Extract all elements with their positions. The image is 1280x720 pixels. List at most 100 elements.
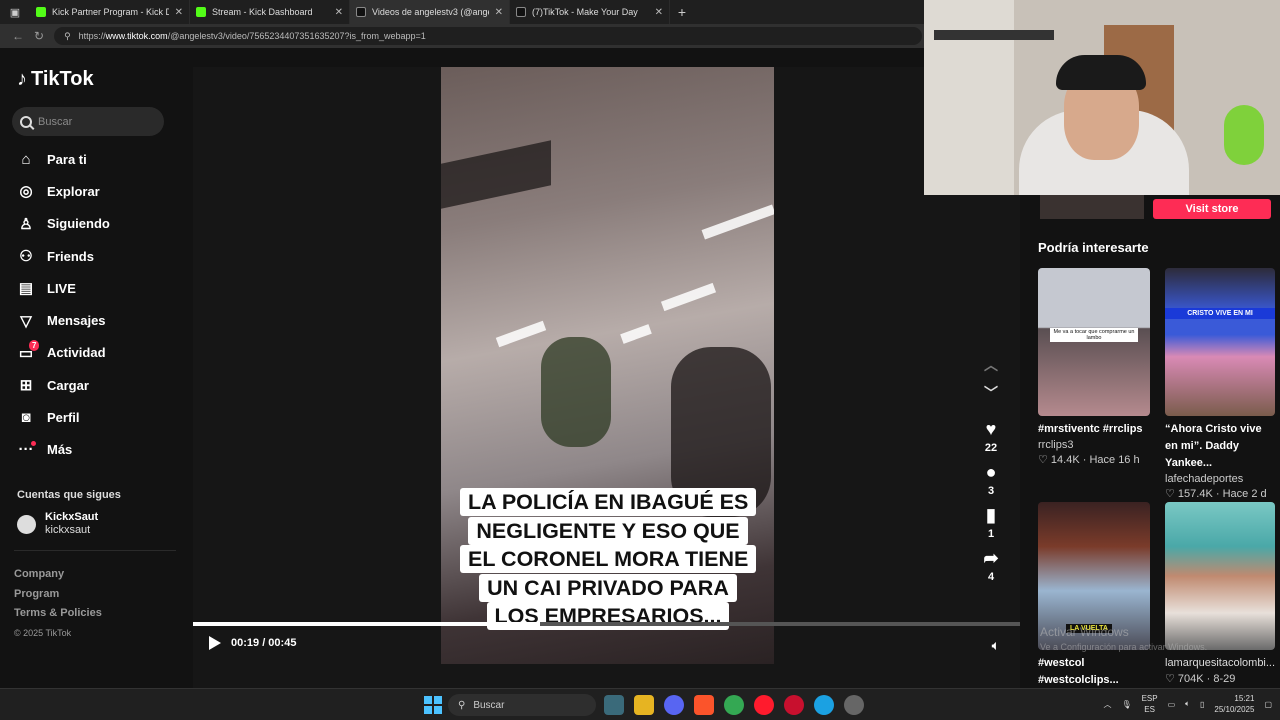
- sidebar-item-friends[interactable]: ⚇ Friends: [17, 240, 187, 272]
- tab-title: Videos de angelestv3 (@angelest: [372, 7, 489, 17]
- account-name: KickxSaut: [45, 511, 99, 523]
- video-card[interactable]: lamarquesitacolombi... ♡ 704K · 8-29: [1165, 502, 1275, 687]
- upload-icon: ⊞: [19, 377, 33, 395]
- card-meta: ♡ 157.4K · Hace 2 d: [1165, 488, 1267, 500]
- progress-bar[interactable]: [193, 622, 1020, 626]
- folder-icon[interactable]: [634, 695, 654, 715]
- card-meta: ♡ 14.4K · Hace 16 h: [1038, 454, 1140, 466]
- site-info-icon[interactable]: ⚲: [64, 31, 71, 42]
- browser-tab-1[interactable]: Kick Partner Program - Kick Dashb ✕: [30, 0, 190, 24]
- sidebar-item-cargar[interactable]: ⊞ Cargar: [17, 369, 187, 401]
- save-count: 1: [987, 528, 995, 540]
- obs-icon[interactable]: [844, 695, 864, 715]
- save-button[interactable]: ▮ 1: [975, 505, 1007, 540]
- comment-button[interactable]: ● 3: [975, 462, 1007, 497]
- video-frame[interactable]: LA POLICÍA EN IBAGUÉ ES NEGLIGENTE Y ESO…: [441, 67, 774, 664]
- opera-gx-icon[interactable]: [784, 695, 804, 715]
- share-button[interactable]: ➦ 4: [975, 548, 1007, 583]
- window-menu-icon[interactable]: ▣: [0, 0, 30, 24]
- close-icon[interactable]: ✕: [335, 7, 343, 18]
- sidebar-item-label: LIVE: [47, 280, 76, 296]
- like-button[interactable]: ♥ 22: [975, 419, 1007, 454]
- url-field[interactable]: ⚲ https://www.tiktok.com/@angelestv3/vid…: [54, 27, 922, 45]
- network-icon[interactable]: ▭: [1168, 700, 1176, 709]
- windows-start-icon[interactable]: [424, 696, 442, 714]
- heart-icon: ♡: [1165, 488, 1178, 500]
- chevron-down-icon[interactable]: ﹀: [975, 383, 1007, 411]
- volume-icon[interactable]: 🔈︎: [1185, 699, 1190, 709]
- video-actions: ︿ ﹀ ♥ 22 ● 3 ▮ 1 ➦ 4: [975, 355, 1007, 583]
- sidebar-item-label: Mensajes: [47, 313, 106, 329]
- clock[interactable]: 15:21 25/10/2025: [1214, 693, 1254, 715]
- video-card[interactable]: LA VUELTA #westcol #westcolclips...: [1038, 502, 1150, 689]
- back-icon[interactable]: ←: [12, 29, 24, 43]
- discord-icon[interactable]: [664, 695, 684, 715]
- chevron-up-icon[interactable]: ︿: [975, 355, 1007, 383]
- visit-store-button[interactable]: Visit store: [1153, 199, 1271, 219]
- browser-tab-4[interactable]: (7)TikTok - Make Your Day ✕: [510, 0, 670, 24]
- browser-tab-3[interactable]: Videos de angelestv3 (@angelest ✕: [350, 0, 510, 24]
- sidebar-item-actividad[interactable]: ▭ 7 Actividad: [17, 337, 187, 369]
- divider: [14, 550, 176, 551]
- live-icon: ▤: [18, 280, 34, 298]
- sidebar-item-perfil[interactable]: ◙ Perfil: [17, 401, 187, 433]
- profile-icon: ◙: [21, 409, 31, 427]
- sidebar-item-mas[interactable]: ··· Más: [17, 434, 187, 466]
- comment-icon: ●: [985, 462, 997, 482]
- tiktok-logo[interactable]: ♪ TikTok: [17, 68, 94, 91]
- video-card[interactable]: CRISTO VIVE EN MI “Ahora Cristo vive en …: [1165, 268, 1275, 502]
- following-account[interactable]: KickxSaut kickxsaut: [17, 511, 98, 537]
- opera-icon[interactable]: [754, 695, 774, 715]
- heart-icon: ♥: [985, 419, 997, 439]
- system-tray: ︿ 🎙︎ ESP ES ▭ 🔈︎ ▯ 15:21 25/10/2025 ▢: [1103, 693, 1272, 715]
- brave-icon[interactable]: [694, 695, 714, 715]
- close-icon[interactable]: ✕: [495, 7, 503, 18]
- footer-link-company[interactable]: Company: [14, 565, 102, 585]
- language-indicator[interactable]: ESP ES: [1142, 693, 1158, 715]
- video-caption: LA POLICÍA EN IBAGUÉ ES NEGLIGENTE Y ESO…: [460, 488, 757, 631]
- sidebar-item-para-ti[interactable]: ⌂ Para ti: [17, 143, 187, 175]
- edge-icon[interactable]: [814, 695, 834, 715]
- notification-icon[interactable]: ▢: [1264, 700, 1272, 709]
- video-shape: [495, 320, 547, 348]
- taskbar: ⚲ Buscar ︿ 🎙︎ ESP ES ▭ 🔈︎ ▯ 15:21 25/10/20…: [0, 688, 1280, 720]
- volume-icon[interactable]: 🔈︎: [992, 637, 1000, 654]
- battery-icon[interactable]: ▯: [1200, 700, 1204, 709]
- video-thumbnail: CRISTO VIVE EN MI: [1165, 268, 1275, 416]
- sidebar-item-label: Para ti: [47, 151, 87, 167]
- sidebar-item-mensajes[interactable]: ▽ Mensajes: [17, 304, 187, 336]
- sidebar-item-explorar[interactable]: ◎ Explorar: [17, 175, 187, 207]
- sidebar-item-siguiendo[interactable]: ♙ Siguiendo: [17, 208, 187, 240]
- video-shape: [541, 337, 611, 447]
- close-icon[interactable]: ✕: [175, 7, 183, 18]
- chevron-up-icon[interactable]: ︿: [1103, 699, 1111, 710]
- activate-windows-hint: Ve a Configuración para activar Windows.: [1040, 642, 1208, 652]
- bookmark-icon: ▮: [986, 505, 996, 525]
- reload-icon[interactable]: ↻: [34, 29, 44, 43]
- search-placeholder: Buscar: [38, 115, 73, 128]
- chrome-icon[interactable]: [724, 695, 744, 715]
- webcam-overlay: [924, 0, 1280, 195]
- share-icon: ➦: [983, 548, 999, 568]
- card-caption: #westcol #westcolclips...: [1038, 657, 1119, 686]
- video-player[interactable]: LA POLICÍA EN IBAGUÉ ES NEGLIGENTE Y ESO…: [193, 67, 1020, 688]
- footer-link-terms[interactable]: Terms & Policies: [14, 604, 102, 624]
- microphone-icon[interactable]: 🎙︎: [1121, 700, 1131, 709]
- card-user: lafechadeportes: [1165, 473, 1244, 485]
- browser-tab-2[interactable]: Stream - Kick Dashboard ✕: [190, 0, 350, 24]
- sidebar-nav: ⌂ Para ti ◎ Explorar ♙ Siguiendo ⚇ Friends ▤…: [17, 143, 187, 466]
- sidebar-item-live[interactable]: ▤ LIVE: [17, 272, 187, 304]
- search-input[interactable]: Buscar: [12, 107, 164, 136]
- play-icon[interactable]: [209, 636, 221, 650]
- card-user: lamarquesitacolombi...: [1165, 657, 1276, 669]
- new-tab-button[interactable]: +: [670, 4, 694, 20]
- video-card[interactable]: Me va a tocar que comprarme un lambo #mr…: [1038, 268, 1150, 468]
- heart-icon: ♡: [1038, 454, 1051, 466]
- close-icon[interactable]: ✕: [655, 7, 663, 18]
- app-icon[interactable]: [604, 695, 624, 715]
- taskbar-search[interactable]: ⚲ Buscar: [448, 694, 596, 716]
- sidebar-item-label: Friends: [47, 248, 94, 264]
- video-shape: [660, 282, 717, 312]
- tiktok-icon: [356, 7, 366, 17]
- footer-link-program[interactable]: Program: [14, 585, 102, 605]
